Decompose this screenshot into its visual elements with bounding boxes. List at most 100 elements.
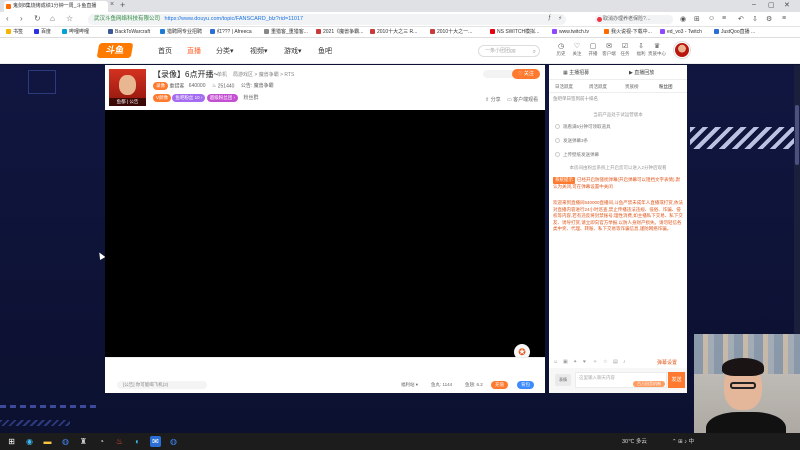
replay-link[interactable]: ▶ 直播回放 — [629, 69, 654, 76]
recharge-button[interactable]: 充值 — [491, 381, 508, 389]
chat-emoji-button[interactable]: 表情 — [555, 374, 571, 386]
image-icon[interactable]: ▣ — [563, 359, 568, 365]
site-search-input[interactable]: 一条小团团gg ⌕ — [478, 45, 540, 57]
nav-live[interactable]: 直播 — [187, 46, 201, 56]
search-icon[interactable]: ⌕ — [533, 47, 536, 57]
fire-icon[interactable]: ♨ — [114, 436, 125, 447]
badge-fans[interactable]: 鱼吧粉丝 10 › — [172, 94, 206, 102]
task-item[interactable]: 发送弹幕3条 — [555, 138, 588, 144]
echo-button[interactable]: 百万回音机制 — [633, 381, 665, 387]
folder-icon[interactable]: ▬ — [42, 436, 53, 447]
douyu-logo[interactable]: 斗鱼 — [96, 43, 134, 58]
bookmark-item[interactable]: 书签 — [6, 29, 23, 36]
tab-weekly-activity[interactable]: 周活跃度 — [589, 84, 607, 90]
grid-icon[interactable]: ⊞ — [694, 15, 700, 23]
gift-icon[interactable]: ✦ — [573, 359, 577, 365]
more-icon[interactable]: ≡ — [782, 15, 786, 22]
nav-fishbar[interactable]: 鱼吧 — [318, 46, 332, 56]
reload-icon[interactable]: ↻ — [34, 14, 41, 23]
chrome-2-icon[interactable]: ◍ — [168, 436, 179, 447]
windows-start-icon[interactable]: ⊞ — [6, 436, 17, 447]
minimize-icon[interactable]: – — [752, 1, 756, 8]
danmu-notice[interactable]: [公告] 你可能喝飞机(2) — [117, 381, 207, 389]
bookmark-star-icon[interactable]: ☆ — [66, 14, 73, 23]
bookmark-item[interactable]: 红??? | Afreeca — [210, 29, 252, 36]
header-tool-vip[interactable]: ♛ 贵族中心 — [648, 42, 666, 57]
star-icon[interactable]: ☆ — [603, 359, 607, 365]
nav-game[interactable]: 游戏▾ — [284, 46, 302, 56]
user-avatar[interactable] — [674, 42, 690, 58]
bookmark-item[interactable]: www.twitch.tv — [552, 29, 589, 36]
fan-icon[interactable]: ♥ — [583, 359, 586, 365]
chrome-icon[interactable]: ◍ — [60, 436, 71, 447]
new-tab-icon[interactable]: + — [120, 0, 125, 10]
welfare-station[interactable]: 福利站 ▾ — [401, 382, 418, 388]
client-watch-button[interactable]: ▭ 客户端观看 — [507, 96, 538, 103]
edge-icon[interactable]: ◉ — [24, 436, 35, 447]
video-player[interactable]: ✪ — [105, 110, 545, 360]
reader-icon[interactable]: ƒ — [548, 15, 551, 21]
tab-noble-rank[interactable]: 贵族榜 — [625, 84, 639, 90]
badge-image[interactable]: V颜像 — [153, 94, 172, 102]
bookmark-item[interactable]: 猎聘网专业招聘 — [160, 29, 202, 36]
bookmark-item[interactable]: ed_vo3 - Twitch — [660, 29, 702, 36]
download-icon[interactable]: ⇩ — [752, 15, 758, 23]
nav-video[interactable]: 视频▾ — [250, 46, 268, 56]
bookmark-item[interactable]: 2021《魔兽争霸... — [316, 29, 363, 36]
browser-search-box[interactable]: 取消办理养老保险?… — [595, 15, 673, 24]
maximize-icon[interactable]: ▢ — [768, 1, 775, 9]
fans-group-link[interactable]: 粉丝群 — [243, 95, 258, 101]
lucky-icon[interactable]: ✧ — [593, 359, 597, 365]
bookmark-item[interactable]: 我火说视-下载中... — [604, 29, 652, 36]
back-icon[interactable]: ‹ — [6, 14, 9, 23]
extension-icon[interactable]: ◉ — [680, 15, 686, 23]
task-item[interactable]: 上传壁纸发送弹幕 — [555, 152, 599, 158]
nav-category[interactable]: 分类▾ — [216, 46, 234, 56]
room-category-path[interactable]: 局游戏区 > 魔兽争霸 > RTS — [233, 71, 294, 78]
bookmark-item[interactable]: NS SWITCH模拟... — [490, 29, 539, 36]
card-icon[interactable]: ▤ — [613, 359, 618, 365]
anchor-avatar[interactable]: 鱼都 | 公告 — [109, 69, 146, 106]
tab-close-icon[interactable]: × — [110, 1, 114, 8]
bookmark-item[interactable]: 百度 — [34, 29, 51, 36]
bookmark-item[interactable]: JustQoo直播 ... — [714, 29, 755, 36]
close-window-icon[interactable]: ✕ — [784, 1, 790, 9]
tab-fan-club[interactable]: 粉丝团 — [659, 84, 673, 90]
mail-icon[interactable]: ✉ — [150, 436, 161, 447]
translate-icon[interactable]: ⚡ — [558, 15, 562, 22]
task-item[interactable]: 观看满5分钟可领取道具 — [555, 124, 611, 130]
emoji-icon[interactable]: ☺ — [553, 359, 558, 365]
bookmark-item[interactable]: 哔哩哔哩 — [62, 29, 89, 36]
nav-home[interactable]: 首页 — [158, 46, 172, 56]
home-icon[interactable]: ⌂ — [50, 14, 55, 23]
settings-icon[interactable]: ⚙ — [766, 15, 772, 23]
bell-icon[interactable]: ♪ — [623, 359, 626, 365]
tab-daily-activity[interactable]: 日活跃度 — [555, 84, 573, 90]
weather-widget[interactable]: 30℃ 多云 — [622, 437, 647, 445]
globe-icon[interactable]: ◐ — [132, 436, 143, 447]
backpack-button[interactable]: 背包 — [517, 381, 534, 389]
danmu-settings[interactable]: 弹幕设置 — [657, 359, 677, 366]
send-button[interactable]: 发送 — [668, 372, 685, 388]
anchor-name[interactable]: 重猎客 — [169, 83, 184, 89]
share-button[interactable]: ⇪ 分享 — [485, 96, 501, 103]
forward-icon[interactable]: › — [20, 14, 23, 23]
undo-icon[interactable]: ↶ — [738, 15, 744, 23]
clock-icon[interactable]: ◔ — [96, 436, 107, 447]
menu-icon[interactable]: ≡ — [722, 15, 726, 22]
bookmark-item[interactable]: 2010十大之三 R... — [370, 29, 417, 36]
bookmark-item[interactable]: BackToWarcraft — [108, 29, 150, 36]
sword-icon[interactable]: ♜ — [78, 436, 89, 447]
follow-button[interactable]: ♡ 关注 — [512, 69, 540, 79]
recruit-link[interactable]: ▦ 主播招募 — [563, 69, 589, 76]
bookmark-item[interactable]: 重猎客_重猎客... — [264, 29, 308, 36]
system-tray[interactable]: ⌃ ⊞ ♪ 中 — [672, 437, 694, 445]
badge-super-fans[interactable]: 超级粉丝团 › — [206, 94, 239, 102]
bookmark-favicon-icon — [6, 29, 11, 34]
address-bar[interactable]: 武汉斗鱼网络科技有限公司 https://www.douyu.com/topic… — [88, 14, 566, 25]
account-icon[interactable]: ☺ — [708, 15, 715, 22]
room-category-main[interactable]: 单机 — [217, 71, 227, 78]
bookmark-item[interactable]: 2010十大之一... — [430, 29, 472, 36]
browser-tab-active[interactable]: 鬼剑8集烧烤成绩1分钟一周_斗鱼直播 — [4, 1, 108, 12]
scrollbar-thumb[interactable] — [795, 105, 799, 165]
